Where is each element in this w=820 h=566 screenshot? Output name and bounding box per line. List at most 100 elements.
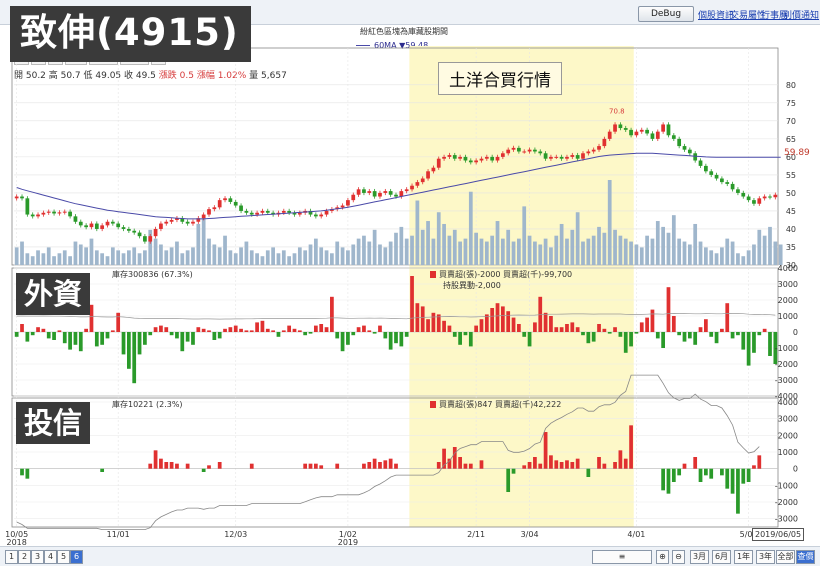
volume-bar: [543, 238, 548, 265]
foreign-sell-bar: [677, 332, 682, 336]
candle-up: [613, 124, 617, 132]
horizontal-scrollbar[interactable]: ≡: [592, 550, 652, 564]
foreign-buy-bar: [292, 328, 297, 332]
foreign-sell-bar: [730, 332, 735, 339]
foreign-buy-bar: [159, 325, 163, 332]
volume-bar: [116, 250, 121, 265]
foreign-buy-bar: [196, 327, 201, 332]
range-6m-button[interactable]: 6月: [712, 550, 731, 564]
trust-buy-bar: [522, 465, 527, 469]
volume-bar: [276, 253, 281, 265]
candle-down: [185, 221, 190, 224]
page-6-button[interactable]: 6: [70, 550, 83, 564]
page-2-button[interactable]: 2: [18, 550, 31, 564]
candle-up: [383, 191, 388, 193]
candle-up: [367, 191, 372, 193]
foreign-sell-bar: [591, 332, 596, 342]
volume-bar: [682, 241, 687, 265]
range-all-button[interactable]: 全部: [776, 550, 795, 564]
range-3y-button[interactable]: 3年: [756, 550, 775, 564]
volume-bar: [303, 250, 308, 265]
volume-bar: [431, 238, 436, 265]
trust-buy-bar: [249, 463, 254, 469]
chart-area[interactable]: 3035404550556065707580-4000-3000-2000-10…: [0, 0, 820, 565]
page-4-button[interactable]: 4: [44, 550, 57, 564]
trust-sell-bar: [730, 468, 735, 494]
trust-buy-bar: [367, 462, 372, 469]
candle-up: [41, 212, 46, 215]
candle-up: [46, 211, 51, 213]
volume-bar: [78, 244, 83, 265]
trust-buy-bar: [597, 457, 601, 469]
candle-up: [212, 207, 217, 210]
candle-down: [20, 196, 24, 199]
candle-down: [84, 225, 88, 228]
candle-up: [757, 198, 762, 204]
x-tick-label: 2/11: [467, 530, 485, 539]
volume-bar: [217, 247, 222, 265]
trust-buy-bar: [468, 463, 473, 469]
price-tick-label: 80: [786, 81, 796, 90]
candle-down: [110, 221, 115, 224]
foreign-buy-bar: [420, 306, 425, 332]
candle-up: [426, 171, 430, 179]
volume-bar: [736, 253, 740, 265]
foreign-buy-bar: [597, 324, 601, 332]
volume-bar: [143, 250, 147, 265]
volume-bar: [650, 238, 655, 265]
volume-bar: [581, 241, 585, 265]
trust-buy-bar: [335, 463, 340, 469]
candle-up: [549, 156, 553, 159]
candle-down: [78, 221, 83, 226]
trust-buy-bar: [458, 457, 462, 469]
query-price-button[interactable]: 查價: [796, 550, 815, 564]
page-1-button[interactable]: 1: [5, 550, 18, 564]
candle-down: [265, 210, 270, 213]
trust-buy-bar: [618, 450, 623, 469]
range-3m-button[interactable]: 3月: [690, 550, 709, 564]
volume-bar: [84, 247, 88, 265]
trust-buy-bar: [543, 432, 548, 469]
foreign-sell-bar: [52, 332, 56, 340]
volume-bar: [399, 226, 404, 265]
volume-bar: [132, 247, 137, 265]
range-1y-button[interactable]: 1年: [734, 550, 753, 564]
trust-sell-bar: [698, 468, 703, 482]
candle-up: [420, 178, 425, 183]
foreign-buy-bar: [330, 296, 334, 332]
candle-up: [410, 185, 414, 190]
volume-bar: [511, 241, 516, 265]
price-tick-label: 65: [786, 135, 796, 144]
volume-bar: [773, 241, 778, 265]
volume-bar: [137, 253, 142, 265]
foreign-buy-bar: [265, 328, 270, 332]
page-3-button[interactable]: 3: [31, 550, 44, 564]
candle-up: [100, 225, 105, 229]
foreign-buy-bar: [367, 330, 372, 332]
foreign-buy-bar: [116, 312, 121, 332]
foreign-sell-bar: [212, 332, 217, 340]
foreign-sell-bar: [191, 332, 195, 345]
volume-bar: [340, 247, 345, 265]
foreign-sell-bar: [68, 332, 72, 350]
volume-bar: [436, 212, 441, 265]
trust-sell-bar: [25, 468, 30, 479]
volume-bar: [618, 235, 623, 265]
candle-up: [570, 155, 575, 157]
zoom-in-icon[interactable]: ⊕: [656, 550, 669, 564]
volume-bar: [479, 238, 484, 265]
volume-bar: [292, 253, 297, 265]
trust-sell-bar: [709, 468, 714, 479]
page-5-button[interactable]: 5: [57, 550, 70, 564]
zoom-out-icon[interactable]: ⊖: [672, 550, 685, 564]
trust-buy-bar: [682, 463, 687, 469]
candle-up: [201, 214, 206, 219]
trust-sell-bar: [100, 468, 105, 472]
trust-buy-bar: [693, 457, 698, 469]
foreign-buy-bar: [484, 314, 489, 332]
volume-bar: [687, 244, 692, 265]
volume-bar: [372, 229, 377, 265]
candle-down: [533, 149, 537, 152]
foreign-sell-bar: [148, 332, 153, 336]
trust-buy-bar: [388, 458, 393, 469]
